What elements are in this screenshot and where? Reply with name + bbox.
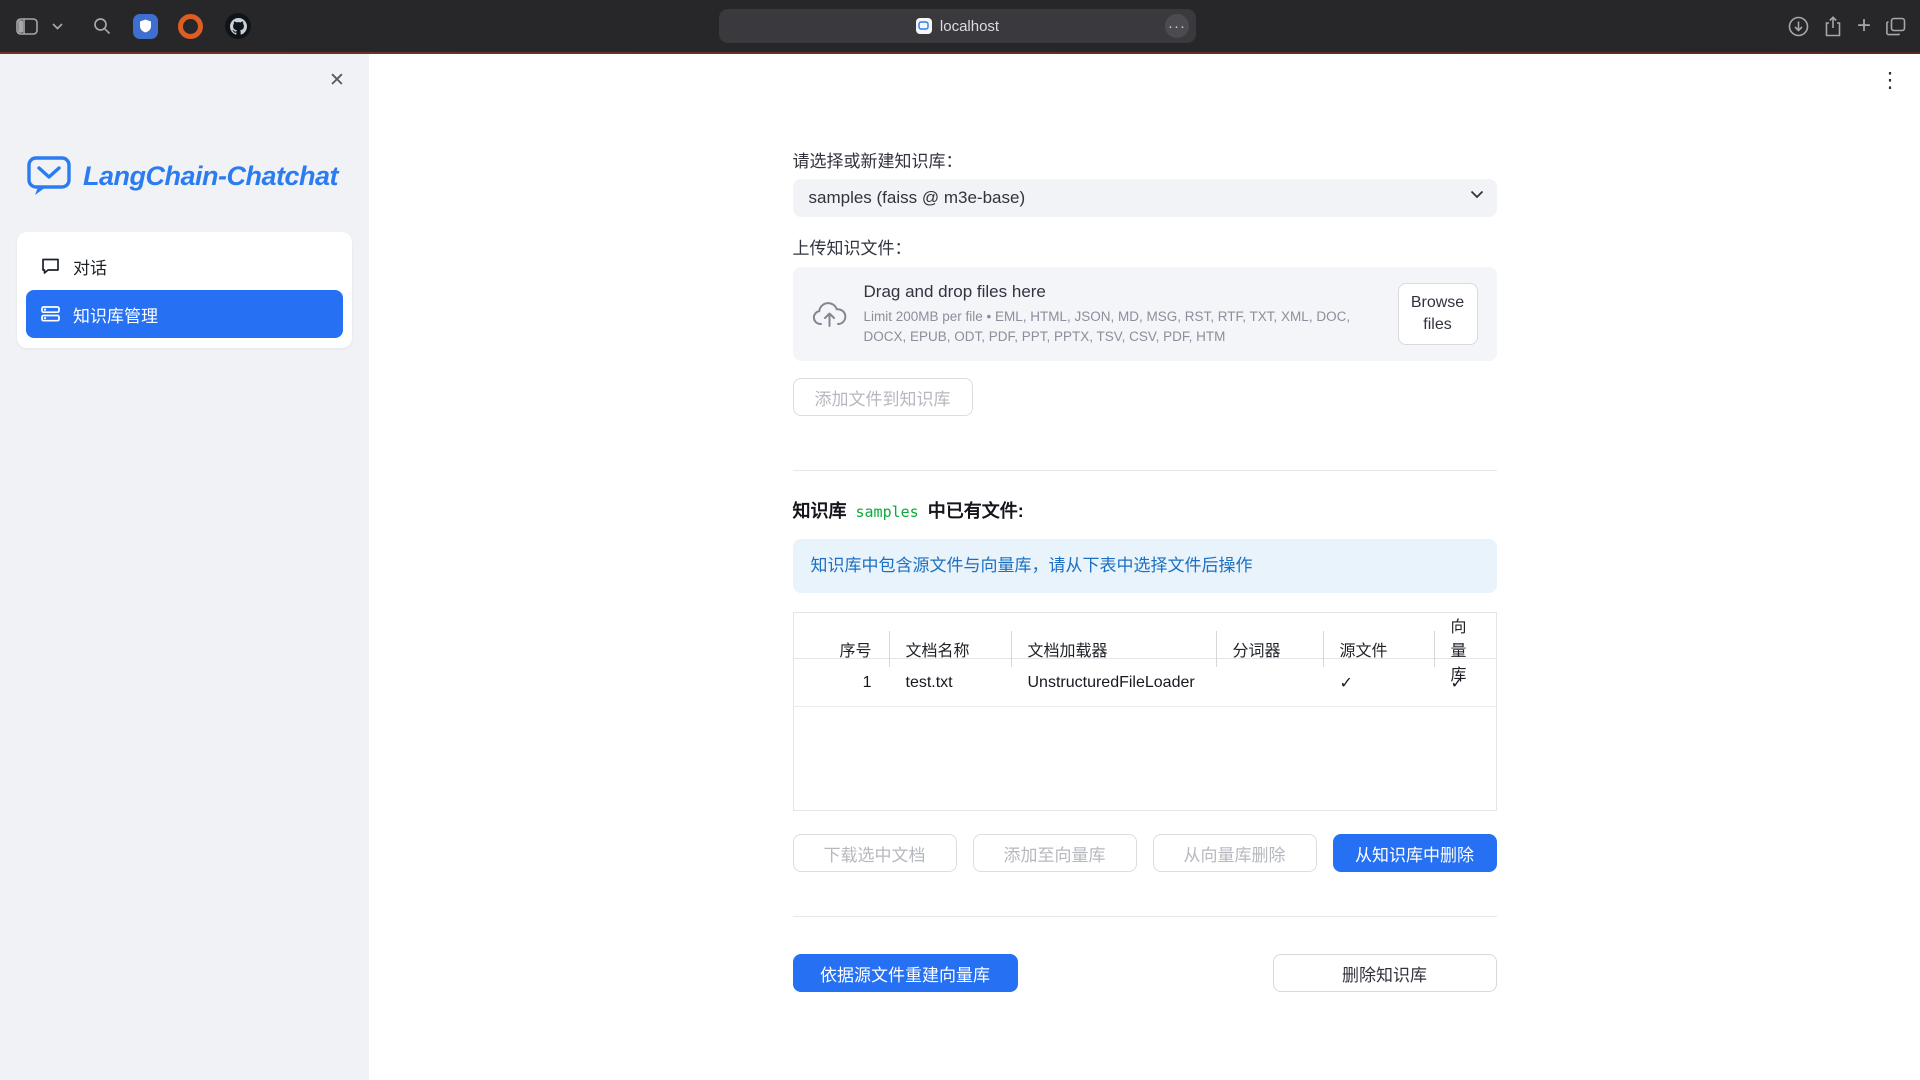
page-options-icon[interactable]: ··· [1165, 14, 1189, 38]
dropzone-limit: Limit 200MB per file • EML, HTML, JSON, … [864, 307, 1384, 346]
delete-from-vectorstore-button[interactable]: 从向量库删除 [1153, 834, 1317, 872]
cell-splitter [1216, 659, 1323, 706]
tab-overview-icon[interactable] [1886, 17, 1906, 36]
cell-sourcefile-check: ✓ [1323, 659, 1434, 706]
divider [793, 916, 1497, 917]
sidebar-item-label: 知识库管理 [73, 302, 158, 327]
file-dropzone[interactable]: Drag and drop files here Limit 200MB per… [793, 267, 1497, 361]
kb-heading-suffix: 中已有文件: [928, 500, 1024, 522]
delete-from-kb-button[interactable]: 从知识库中删除 [1333, 834, 1497, 872]
table-header-row: 序号 文档名称 文档加载器 分词器 源文件 向量库 [794, 613, 1496, 659]
database-list-icon [41, 306, 60, 322]
address-bar[interactable]: localhost ··· [719, 9, 1196, 43]
dropzone-text: Drag and drop files here Limit 200MB per… [864, 282, 1384, 346]
sidebar: ✕ LangChain-Chatchat 对话 [0, 54, 369, 1080]
add-files-to-kb-button[interactable]: 添加文件到知识库 [793, 378, 973, 416]
app-menu-icon[interactable]: ⋮ [1876, 66, 1904, 94]
chevron-down-icon[interactable] [52, 23, 63, 30]
cell-loader: UnstructuredFileLoader [1011, 659, 1216, 706]
kb-management-content: 请选择或新建知识库： samples (faiss @ m3e-base) 上传… [793, 54, 1497, 992]
browse-files-button[interactable]: Browse files [1398, 283, 1478, 344]
table-row[interactable]: 1 test.txt UnstructuredFileLoader ✓ ✓ [794, 659, 1496, 707]
sidebar-toggle-icon[interactable] [16, 18, 38, 35]
cell-index: 1 [794, 659, 889, 706]
divider [793, 470, 1497, 471]
github-icon[interactable] [225, 13, 251, 39]
share-icon[interactable] [1824, 16, 1842, 37]
file-action-buttons: 下载选中文档 添加至向量库 从向量库删除 从知识库中删除 [793, 834, 1497, 872]
app-window: ✕ LangChain-Chatchat 对话 [0, 54, 1920, 1080]
rebuild-vectorstore-button[interactable]: 依据源文件重建向量库 [793, 954, 1018, 992]
sidebar-item-kb-management[interactable]: 知识库管理 [26, 290, 343, 338]
cloud-upload-icon [812, 301, 847, 327]
sidebar-item-dialogue[interactable]: 对话 [26, 242, 343, 290]
delete-kb-button[interactable]: 删除知识库 [1273, 954, 1497, 992]
sidebar-item-label: 对话 [73, 254, 107, 279]
kb-files-table: 序号 文档名称 文档加载器 分词器 源文件 向量库 1 test.txt Uns… [793, 612, 1497, 811]
new-tab-icon[interactable]: + [1857, 12, 1871, 40]
kb-global-actions: 依据源文件重建向量库 删除知识库 [793, 954, 1497, 992]
kb-selected-value: samples (faiss @ m3e-base) [809, 188, 1026, 208]
logo-chat-icon [26, 154, 72, 198]
select-chevron-down-icon [1470, 190, 1484, 199]
main-panel: ⋮ 请选择或新建知识库： samples (faiss @ m3e-base) … [369, 54, 1920, 1080]
add-to-vectorstore-button[interactable]: 添加至向量库 [973, 834, 1137, 872]
kb-select-label: 请选择或新建知识库： [793, 152, 1497, 172]
dropzone-title: Drag and drop files here [864, 282, 1384, 302]
kb-selectbox[interactable]: samples (faiss @ m3e-base) [793, 179, 1497, 217]
extension-blue-icon[interactable] [133, 14, 158, 39]
sidebar-close-icon[interactable]: ✕ [323, 66, 351, 94]
chat-bubble-icon [41, 257, 60, 275]
kb-heading-prefix: 知识库 [793, 500, 847, 522]
cell-docname: test.txt [889, 659, 1011, 706]
sidebar-nav: 对话 知识库管理 [17, 232, 352, 348]
search-icon[interactable] [93, 17, 111, 35]
download-selected-button[interactable]: 下载选中文档 [793, 834, 957, 872]
info-banner: 知识库中包含源文件与向量库，请从下表中选择文件后操作 [793, 539, 1497, 593]
cell-vectorstore-check: ✓ [1434, 659, 1496, 706]
url-text: localhost [940, 18, 999, 35]
upload-label: 上传知识文件： [793, 239, 1497, 259]
extension-orange-icon[interactable] [178, 14, 203, 39]
app-logo: LangChain-Chatchat [26, 154, 369, 198]
kb-files-heading: 知识库 samples 中已有文件: [793, 500, 1497, 523]
logo-text: LangChain-Chatchat [83, 161, 338, 192]
site-favicon [916, 18, 932, 34]
downloads-icon[interactable] [1788, 16, 1809, 37]
browser-toolbar: localhost ··· + [0, 0, 1920, 52]
kb-name-code: samples [856, 501, 919, 523]
